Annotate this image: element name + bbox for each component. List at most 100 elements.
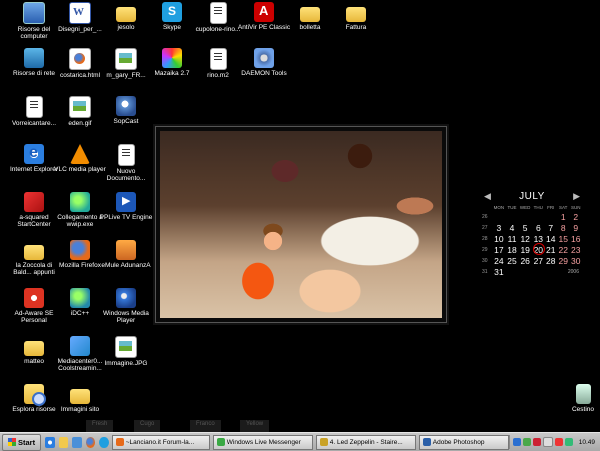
- recycle-bin-icon: [575, 384, 591, 404]
- hidden-toolbar-label: Franco: [190, 420, 221, 432]
- skype-icon: [162, 2, 182, 22]
- calendar-day[interactable]: 8: [557, 222, 569, 233]
- word-document-icon: [69, 2, 91, 24]
- desktop-icon-emule[interactable]: eMule AdunanzA: [98, 240, 154, 269]
- calendar-day[interactable]: 4: [506, 222, 518, 233]
- desktop-icon-label: Windows Media Player: [103, 310, 149, 325]
- calendar-day[interactable]: 9: [569, 222, 582, 233]
- desktop-icon-pplive[interactable]: PPLive TV Engine: [98, 192, 154, 221]
- vlc-icon: [70, 144, 90, 164]
- calendar-day[interactable]: 17: [492, 244, 506, 255]
- tray-messenger-icon[interactable]: [522, 438, 531, 446]
- text-document-icon: [25, 96, 43, 118]
- calendar-day[interactable]: 10: [492, 233, 506, 244]
- hidden-toolbar-label: Fresh: [86, 420, 114, 432]
- desktop-icon-cestino[interactable]: Cestino: [555, 384, 600, 413]
- calendar-day[interactable]: 5: [518, 222, 532, 233]
- taskbar-button[interactable]: ~Lanciano.it Forum-la...: [111, 434, 210, 450]
- tray-network-icon[interactable]: [512, 438, 521, 446]
- calendar-day[interactable]: 28: [545, 255, 557, 266]
- quicklaunch-desktop-icon[interactable]: [72, 436, 82, 448]
- calendar-day[interactable]: 11: [506, 233, 518, 244]
- weekday-header: THU: [533, 205, 543, 210]
- text-document-icon: [117, 144, 135, 166]
- calendar-day[interactable]: 26: [518, 255, 532, 266]
- taskbar: Start ~Lanciano.it Forum-la... Windows Li…: [0, 432, 600, 451]
- calendar-day[interactable]: 31: [492, 266, 506, 277]
- calendar-day[interactable]: 27: [532, 255, 544, 266]
- firefox-icon: [70, 240, 90, 260]
- desktop-icon-nuovo-doc[interactable]: Nuovo Documento...: [98, 144, 154, 183]
- mediacenter-icon: [70, 336, 90, 356]
- calendar-day[interactable]: 7: [545, 222, 557, 233]
- start-button[interactable]: Start: [2, 433, 42, 451]
- firefox-icon: [115, 438, 124, 446]
- prev-month-icon[interactable]: ◀: [484, 191, 491, 202]
- desktop-icon-wmp[interactable]: Windows Media Player: [98, 288, 154, 325]
- calendar-day[interactable]: 25: [506, 255, 518, 266]
- calendar-day[interactable]: 15: [557, 233, 569, 244]
- calendar-day[interactable]: 18: [506, 244, 518, 255]
- calendar-empty-cell: [545, 211, 557, 222]
- weekday-header: SUN: [570, 205, 581, 210]
- internet-explorer-icon: [24, 144, 44, 164]
- calendar-day[interactable]: 16: [569, 233, 582, 244]
- calendar-day[interactable]: 21: [545, 244, 557, 255]
- calendar-day[interactable]: 6: [532, 222, 544, 233]
- ad-aware-icon: [24, 288, 44, 308]
- folder-icon: [300, 7, 320, 22]
- calendar-day[interactable]: 24: [492, 255, 506, 266]
- weekday-header: WED: [519, 205, 531, 210]
- week-number: 26: [482, 213, 488, 220]
- taskbar-button[interactable]: Adobe Photoshop: [418, 434, 509, 450]
- quicklaunch-ie-icon[interactable]: [45, 436, 55, 448]
- calendar-day[interactable]: 20: [532, 243, 546, 255]
- calendar-day[interactable]: 1: [557, 211, 569, 222]
- mazaika-icon: [162, 48, 182, 68]
- clock[interactable]: 10.49: [579, 439, 595, 446]
- calendar-day[interactable]: 12: [518, 233, 532, 244]
- calendar-empty-cell: [506, 211, 518, 222]
- tray-security-icon[interactable]: [554, 438, 563, 446]
- calendar-day[interactable]: 2: [569, 211, 582, 222]
- weekday-header: MON: [493, 205, 505, 210]
- calendar-day[interactable]: 23: [569, 244, 582, 255]
- desktop-icon-immagini-sito[interactable]: Immagini sito: [52, 384, 108, 413]
- next-month-icon[interactable]: ▶: [573, 191, 580, 202]
- taskbar-button-label: Windows Live Messenger: [226, 438, 301, 446]
- calendar-widget: ◀ JULY ▶ MON TUE WED THU FRI SAT SUN 26 1 2 27 3 4 5…: [482, 191, 582, 277]
- quicklaunch-skype-icon[interactable]: [99, 436, 109, 448]
- quicklaunch-folder-icon[interactable]: [58, 436, 69, 448]
- calendar-day[interactable]: 19: [518, 244, 532, 255]
- taskbar-button-label: ~Lanciano.it Forum-la...: [125, 438, 195, 446]
- text-document-icon: [209, 48, 227, 70]
- calendar-day[interactable]: 14: [545, 233, 557, 244]
- photo-frame-widget[interactable]: [155, 126, 447, 323]
- tray-volume-icon[interactable]: [542, 437, 553, 447]
- calendar-empty-cell: [518, 266, 532, 277]
- daemon-tools-icon: [254, 48, 274, 68]
- desktop-icon-sopcast[interactable]: SopCast: [98, 96, 154, 125]
- calendar-day[interactable]: 22: [557, 244, 569, 255]
- tray-update-icon[interactable]: [564, 438, 573, 446]
- hidden-toolbar-label: Yellow: [240, 420, 270, 432]
- desktop-icon-label: Nuovo Documento...: [106, 168, 146, 183]
- calendar-empty-cell: [569, 266, 582, 277]
- quicklaunch-firefox-icon[interactable]: [85, 436, 96, 448]
- taskbar-button-label: Adobe Photoshop: [432, 438, 485, 446]
- desktop-icon-fattura[interactable]: Fattura: [328, 2, 384, 31]
- desktop-icon-immagine[interactable]: Immagine.JPG: [98, 336, 154, 367]
- desktop-icon-daemon[interactable]: DAEMON Tools: [236, 48, 292, 77]
- calendar-day[interactable]: 3: [492, 222, 506, 233]
- taskbar-button[interactable]: Windows Live Messenger: [212, 434, 313, 450]
- explorer-icon: [24, 384, 46, 406]
- calendar-day[interactable]: 29: [557, 255, 569, 266]
- week-number: 27: [482, 224, 488, 231]
- taskbar-button[interactable]: 4. Led Zeppelin - Staire...: [315, 434, 416, 450]
- calendar-day[interactable]: 30: [569, 255, 582, 266]
- image-file-icon: [115, 48, 137, 70]
- emule-icon: [116, 240, 136, 260]
- calendar-empty-cell: [545, 266, 557, 277]
- shortcut-icon: [70, 192, 90, 212]
- tray-antivirus-icon[interactable]: [532, 438, 541, 446]
